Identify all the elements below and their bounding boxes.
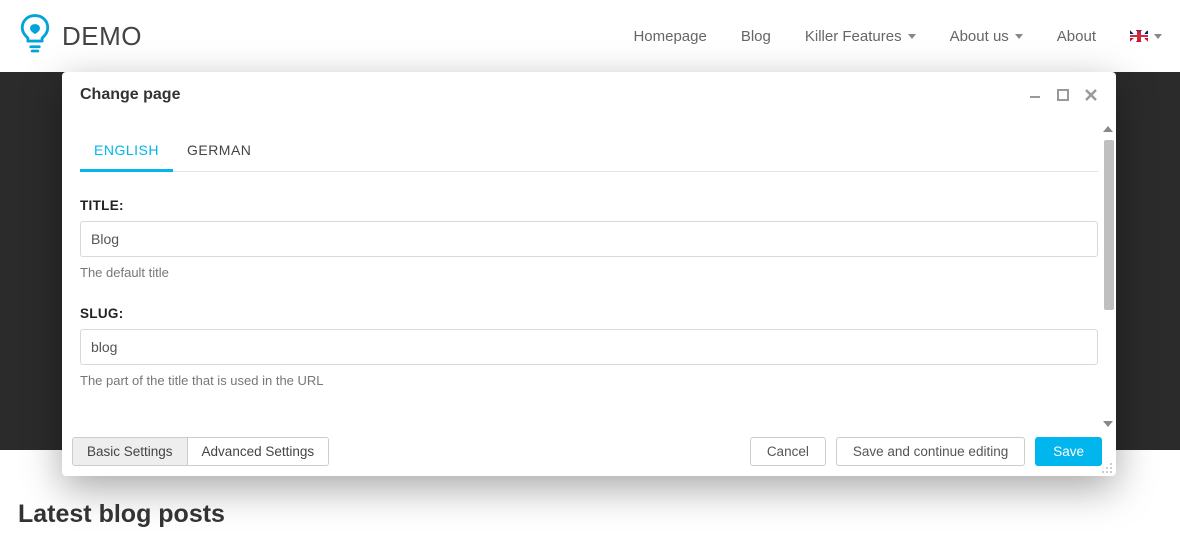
nav-item-label: Homepage	[633, 28, 706, 45]
change-page-modal: Change page ENGLISH GERMAN TITLE: The de…	[62, 72, 1116, 476]
close-button[interactable]	[1084, 88, 1098, 102]
page-heading: Latest blog posts	[18, 500, 225, 529]
modal-header: Change page	[62, 72, 1116, 118]
basic-settings-tab[interactable]: Basic Settings	[73, 438, 187, 465]
save-button[interactable]: Save	[1035, 437, 1102, 466]
cancel-button[interactable]: Cancel	[750, 437, 826, 466]
nav-item-label: About us	[950, 28, 1009, 45]
title-label: TITLE:	[80, 198, 1098, 213]
footer-actions: Cancel Save and continue editing Save	[750, 437, 1102, 466]
language-selector[interactable]	[1130, 30, 1162, 42]
logo[interactable]: DEMO	[18, 12, 142, 61]
maximize-button[interactable]	[1056, 88, 1070, 102]
nav-item-homepage[interactable]: Homepage	[633, 28, 706, 45]
title-help-text: The default title	[80, 265, 1098, 280]
save-continue-button[interactable]: Save and continue editing	[836, 437, 1025, 466]
scroll-thumb[interactable]	[1104, 140, 1114, 310]
resize-grip-icon[interactable]	[1101, 461, 1113, 473]
tab-german[interactable]: GERMAN	[173, 130, 265, 172]
modal-footer: Basic Settings Advanced Settings Cancel …	[62, 427, 1116, 476]
nav-item-label: Blog	[741, 28, 771, 45]
nav-item-features[interactable]: Killer Features	[805, 28, 916, 45]
slug-field-group: SLUG: The part of the title that is used…	[80, 306, 1098, 388]
title-field-group: TITLE: The default title	[80, 198, 1098, 280]
modal-title: Change page	[80, 86, 180, 104]
minimize-button[interactable]	[1028, 88, 1042, 102]
tab-english[interactable]: ENGLISH	[80, 130, 173, 172]
flag-uk-icon	[1130, 30, 1148, 42]
nav-item-label: About	[1057, 28, 1096, 45]
advanced-settings-tab[interactable]: Advanced Settings	[187, 438, 329, 465]
bulb-icon	[18, 12, 52, 61]
modal-body: ENGLISH GERMAN TITLE: The default title …	[62, 118, 1116, 427]
scroll-down-icon	[1103, 421, 1113, 427]
chevron-down-icon	[1154, 34, 1162, 39]
main-nav: Homepage Blog Killer Features About us A…	[633, 28, 1162, 45]
nav-item-about[interactable]: About	[1057, 28, 1096, 45]
brand-name: DEMO	[62, 21, 142, 52]
language-tabs: ENGLISH GERMAN	[80, 130, 1098, 172]
modal-window-controls	[1028, 88, 1098, 102]
scroll-up-icon	[1103, 126, 1113, 132]
nav-item-about-us[interactable]: About us	[950, 28, 1023, 45]
chevron-down-icon	[908, 34, 916, 39]
title-input[interactable]	[80, 221, 1098, 257]
chevron-down-icon	[1015, 34, 1023, 39]
nav-item-blog[interactable]: Blog	[741, 28, 771, 45]
top-bar: DEMO Homepage Blog Killer Features About…	[0, 0, 1180, 72]
modal-scrollbar[interactable]	[1102, 126, 1114, 427]
settings-tab-group: Basic Settings Advanced Settings	[72, 437, 329, 466]
nav-item-label: Killer Features	[805, 28, 902, 45]
slug-help-text: The part of the title that is used in th…	[80, 373, 1098, 388]
slug-label: SLUG:	[80, 306, 1098, 321]
slug-input[interactable]	[80, 329, 1098, 365]
